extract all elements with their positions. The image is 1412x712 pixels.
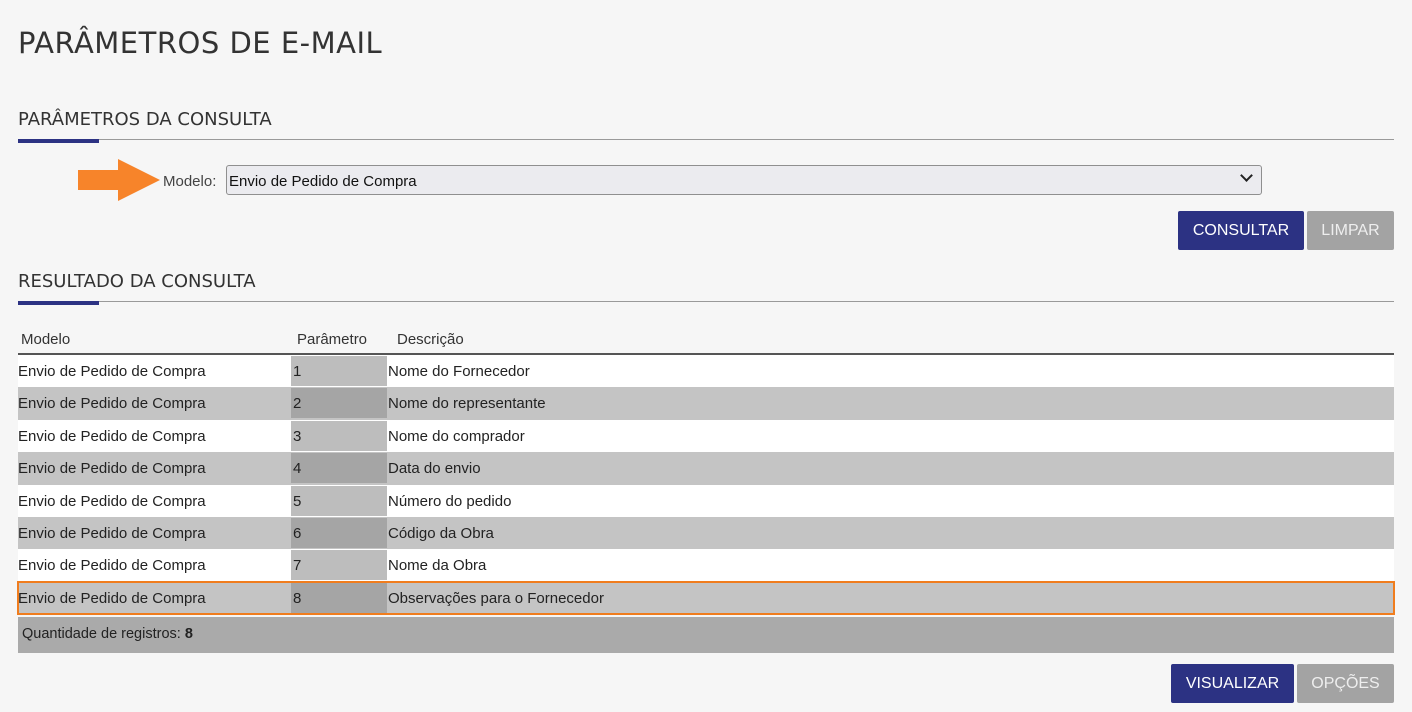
clear-button[interactable]: LIMPAR: [1307, 211, 1394, 250]
cell-description: Nome do Fornecedor: [388, 363, 530, 380]
record-count-label: Quantidade de registros:: [22, 626, 181, 643]
column-header-model[interactable]: Modelo: [21, 331, 70, 348]
table-row[interactable]: Envio de Pedido de Compra 7 Nome da Obra: [18, 549, 1394, 582]
arrow-right-icon: [78, 159, 160, 201]
cell-parameter: 2: [291, 388, 387, 419]
view-button[interactable]: VISUALIZAR: [1171, 664, 1294, 703]
cell-parameter: 8: [291, 582, 387, 613]
cell-description: Nome da Obra: [388, 557, 487, 575]
result-section-title: RESULTADO DA CONSULTA: [18, 271, 256, 292]
cell-parameter: 7: [291, 550, 387, 581]
column-header-parameter[interactable]: Parâmetro: [297, 331, 367, 348]
cell-parameter: 1: [291, 356, 387, 386]
cell-description: Código da Obra: [388, 524, 494, 542]
cell-model: Envio de Pedido de Compra: [18, 492, 206, 510]
cell-description: Data do envio: [388, 460, 481, 478]
table-row[interactable]: Envio de Pedido de Compra 1 Nome do Forn…: [18, 355, 1394, 388]
table-header: Modelo Parâmetro Descrição: [18, 326, 1394, 355]
cell-model: Envio de Pedido de Compra: [18, 557, 206, 575]
cell-parameter: 6: [291, 517, 387, 548]
results-table: Modelo Parâmetro Descrição Envio de Pedi…: [17, 326, 1395, 654]
table-row[interactable]: Envio de Pedido de Compra 5 Número do pe…: [18, 484, 1394, 517]
table-row[interactable]: Envio de Pedido de Compra 6 Código da Ob…: [18, 516, 1394, 550]
record-count-bar: Quantidade de registros: 8: [18, 617, 1394, 654]
table-row[interactable]: Envio de Pedido de Compra 3 Nome do comp…: [18, 419, 1394, 453]
record-count-value: 8: [184, 626, 193, 643]
cell-description: Número do pedido: [388, 492, 512, 510]
cell-parameter: 4: [291, 453, 387, 484]
table-row-highlighted[interactable]: Envio de Pedido de Compra 8 Observações …: [17, 580, 1395, 616]
chevron-down-icon: [1240, 169, 1253, 182]
cell-model: Envio de Pedido de Compra: [18, 589, 206, 607]
cell-description: Observações para o Fornecedor: [388, 589, 604, 607]
page-title: PARÂMETROS DE E-MAIL: [18, 26, 383, 60]
cell-model: Envio de Pedido de Compra: [18, 524, 206, 542]
table-row[interactable]: Envio de Pedido de Compra 2 Nome do repr…: [18, 387, 1394, 420]
consult-button[interactable]: CONSULTAR: [1178, 211, 1304, 250]
cell-description: Nome do comprador: [388, 427, 525, 445]
table-row[interactable]: Envio de Pedido de Compra 4 Data do envi…: [18, 452, 1394, 485]
model-select[interactable]: Envio de Pedido de Compra: [226, 165, 1262, 195]
cell-description: Nome do representante: [388, 395, 546, 413]
cell-model: Envio de Pedido de Compra: [18, 427, 206, 445]
cell-model: Envio de Pedido de Compra: [18, 460, 206, 478]
cell-model: Envio de Pedido de Compra: [18, 395, 206, 413]
options-button[interactable]: OPÇÕES: [1297, 664, 1394, 703]
model-label: Modelo:: [163, 173, 217, 190]
model-select-value: Envio de Pedido de Compra: [229, 173, 417, 190]
query-section-header: PARÂMETROS DA CONSULTA: [18, 109, 1394, 143]
cell-parameter: 3: [291, 420, 387, 451]
result-section-header: RESULTADO DA CONSULTA: [18, 271, 1394, 305]
section-accent-bar: [18, 301, 99, 305]
cell-parameter: 5: [291, 485, 387, 516]
cell-model: Envio de Pedido de Compra: [18, 363, 206, 380]
query-section-title: PARÂMETROS DA CONSULTA: [18, 109, 272, 130]
column-header-description[interactable]: Descrição: [397, 331, 464, 348]
section-accent-bar: [18, 139, 99, 143]
